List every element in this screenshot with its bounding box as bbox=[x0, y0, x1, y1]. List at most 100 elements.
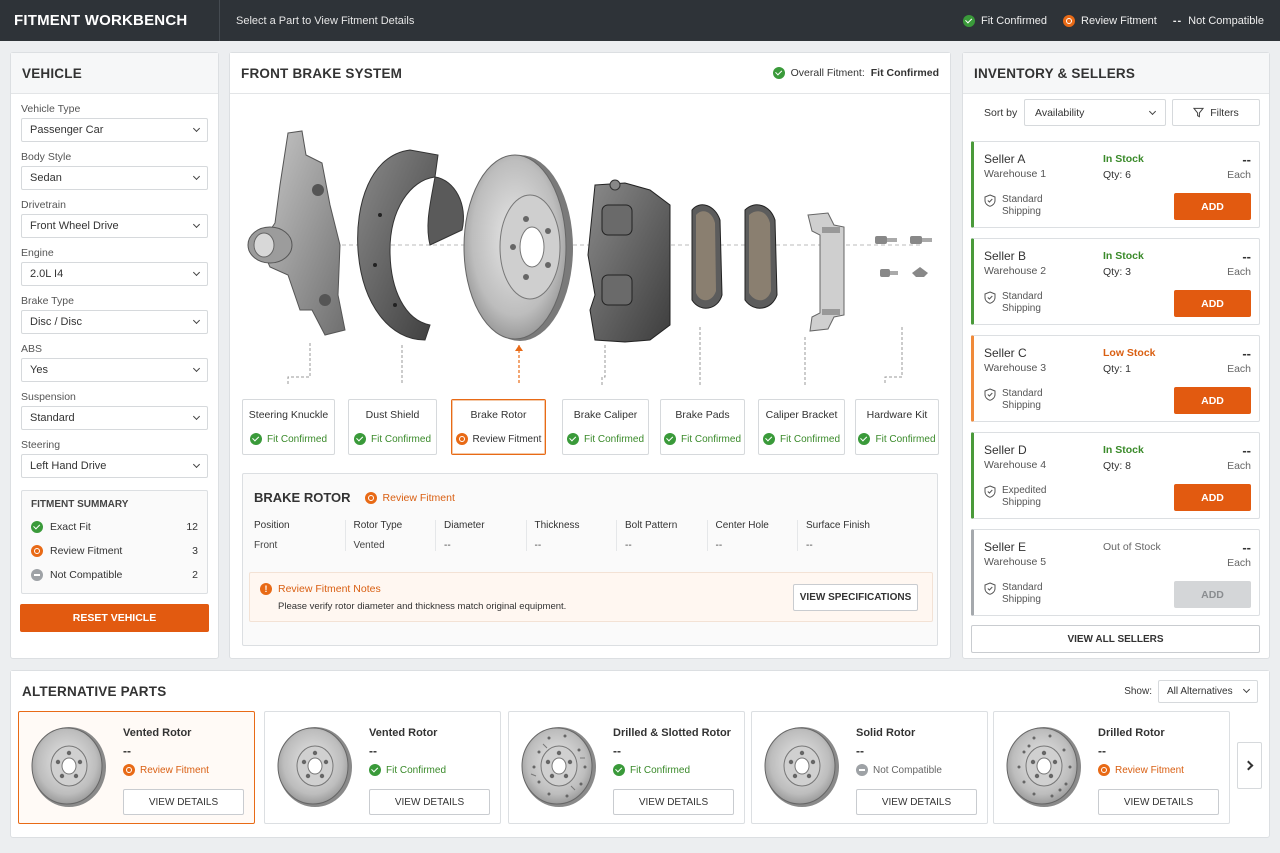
overall-fitment-value: Fit Confirmed bbox=[870, 67, 939, 79]
chevron-down-icon bbox=[192, 268, 201, 277]
brake-pads-illustration[interactable] bbox=[691, 204, 778, 309]
spec-label: Rotor Type bbox=[353, 520, 403, 531]
fitment-summary: FITMENT SUMMARY Exact Fit 12 Review Fitm… bbox=[21, 490, 208, 594]
spec-value: -- bbox=[444, 540, 451, 551]
add-to-cart-button[interactable]: ADD bbox=[1174, 484, 1251, 511]
summary-label: Exact Fit bbox=[50, 521, 91, 533]
add-to-cart-button[interactable]: ADD bbox=[1174, 290, 1251, 317]
add-to-cart-button[interactable]: ADD bbox=[1174, 193, 1251, 220]
part-card-caliper-bracket[interactable]: Caliper Bracket Fit Confirmed bbox=[758, 399, 845, 455]
view-details-button[interactable]: VIEW DETAILS bbox=[613, 789, 734, 815]
alternative-parts-header: ALTERNATIVE PARTS Show: All Alternatives bbox=[11, 671, 1269, 711]
steering-select[interactable]: Left Hand Drive bbox=[21, 454, 208, 478]
part-card-hardware-kit[interactable]: Hardware Kit Fit Confirmed bbox=[855, 399, 939, 455]
sort-select[interactable]: Availability bbox=[1024, 99, 1166, 126]
shipping-label: Shipping bbox=[1002, 206, 1041, 217]
next-alternatives-button[interactable] bbox=[1237, 742, 1262, 789]
caliper-bracket-illustration[interactable] bbox=[807, 212, 845, 332]
seller-name[interactable]: Seller B bbox=[984, 249, 1026, 263]
reset-vehicle-button[interactable]: RESET VEHICLE bbox=[20, 604, 209, 632]
part-detail-status-label: Review Fitment bbox=[382, 491, 455, 504]
selection-prompt: Select a Part to View Fitment Details bbox=[236, 14, 415, 27]
stock-status: In Stock bbox=[1103, 250, 1144, 262]
spec-value: -- bbox=[534, 540, 542, 551]
status-legend: Fit Confirmed Review Fitment -- Not Comp… bbox=[963, 14, 1280, 27]
alternative-card[interactable]: Drilled & Slotted Rotor -- Fit Confirmed… bbox=[508, 711, 745, 824]
legend-not-compatible: -- Not Compatible bbox=[1173, 15, 1264, 27]
part-status-label: Fit Confirmed bbox=[370, 433, 431, 445]
shield-check-icon bbox=[984, 388, 996, 401]
fitment-notes-title: ! Review Fitment Notes bbox=[260, 583, 381, 595]
body-style-select[interactable]: Sedan bbox=[21, 166, 208, 190]
engine-select[interactable]: 2.0L I4 bbox=[21, 262, 208, 286]
shield-check-icon bbox=[984, 291, 996, 304]
brake-caliper-illustration[interactable] bbox=[587, 179, 671, 343]
stock-qty: Qty: 6 bbox=[1103, 169, 1132, 181]
alternative-card[interactable]: Drilled Rotor -- Review Fitment VIEW DET… bbox=[993, 711, 1230, 824]
chevron-down-icon bbox=[192, 316, 201, 325]
hardware-kit-illustration[interactable] bbox=[875, 236, 932, 277]
steering-knuckle-illustration[interactable] bbox=[247, 130, 346, 336]
part-card-steering-knuckle[interactable]: Steering Knuckle Fit Confirmed bbox=[242, 399, 335, 455]
sort-label: Sort by bbox=[984, 107, 1018, 119]
chevron-down-icon bbox=[192, 460, 201, 469]
part-card-dust-shield[interactable]: Dust Shield Fit Confirmed bbox=[348, 399, 437, 455]
alternative-status: Fit Confirmed bbox=[613, 764, 690, 776]
engine-value: 2.0L I4 bbox=[30, 268, 64, 280]
part-card-brake-pads[interactable]: Brake Pads Fit Confirmed bbox=[660, 399, 745, 455]
alternative-card[interactable]: Vented Rotor -- Fit Confirmed VIEW DETAI… bbox=[264, 711, 501, 824]
add-to-cart-button[interactable]: ADD bbox=[1174, 387, 1251, 414]
check-circle-icon bbox=[566, 433, 579, 445]
brake-rotor-illustration[interactable] bbox=[463, 154, 573, 341]
seller-name[interactable]: Seller C bbox=[984, 346, 1027, 360]
spec-bolt-pattern: Bolt Pattern -- bbox=[616, 520, 707, 551]
alternative-status-label: Fit Confirmed bbox=[630, 764, 691, 776]
fitment-summary-title: FITMENT SUMMARY bbox=[31, 499, 129, 510]
seller-warehouse: Warehouse 3 bbox=[984, 362, 1047, 374]
seller-name[interactable]: Seller E bbox=[984, 540, 1026, 554]
alternative-status-label: Review Fitment bbox=[140, 764, 209, 776]
drilled-rotor-image bbox=[1006, 727, 1081, 807]
seller-name[interactable]: Seller A bbox=[984, 152, 1025, 166]
alternative-name: Drilled & Slotted Rotor bbox=[613, 727, 731, 739]
vehicle-panel-title: VEHICLE bbox=[11, 53, 218, 94]
suspension-field: Suspension Standard bbox=[21, 391, 208, 430]
shipping-info: Standard Shipping bbox=[984, 194, 1043, 218]
vehicle-type-select[interactable]: Passenger Car bbox=[21, 118, 208, 142]
drivetrain-select[interactable]: Front Wheel Drive bbox=[21, 214, 208, 238]
view-all-sellers-button[interactable]: VIEW ALL SELLERS bbox=[971, 625, 1260, 653]
shipping-info: Standard Shipping bbox=[984, 582, 1043, 606]
view-details-button[interactable]: VIEW DETAILS bbox=[856, 789, 977, 815]
abs-label: ABS bbox=[21, 343, 43, 355]
seller-price: -- bbox=[1242, 540, 1251, 555]
stock-status: In Stock bbox=[1103, 153, 1144, 165]
vented-rotor-image bbox=[31, 727, 106, 807]
abs-field: ABS Yes bbox=[21, 343, 208, 382]
seller-warehouse: Warehouse 5 bbox=[984, 556, 1047, 568]
suspension-select[interactable]: Standard bbox=[21, 406, 208, 430]
part-card-brake-rotor[interactable]: Brake Rotor Review Fitment bbox=[451, 399, 546, 455]
view-details-button[interactable]: VIEW DETAILS bbox=[123, 789, 244, 815]
spec-surface-finish: Surface Finish -- bbox=[797, 520, 888, 551]
part-status: Fit Confirmed bbox=[858, 433, 936, 445]
price-unit: Each bbox=[1227, 363, 1251, 375]
brake-type-select[interactable]: Disc / Disc bbox=[21, 310, 208, 334]
show-select[interactable]: All Alternatives bbox=[1158, 679, 1258, 703]
filters-button[interactable]: Filters bbox=[1172, 99, 1260, 126]
legend-review-label: Review Fitment bbox=[1081, 14, 1157, 27]
view-details-button[interactable]: VIEW DETAILS bbox=[369, 789, 490, 815]
shipping-type: Standard bbox=[1002, 388, 1043, 399]
abs-select[interactable]: Yes bbox=[21, 358, 208, 382]
brake-system-title: FRONT BRAKE SYSTEM bbox=[241, 65, 403, 81]
shipping-label: Shipping bbox=[1002, 303, 1041, 314]
part-card-brake-caliper[interactable]: Brake Caliper Fit Confirmed bbox=[562, 399, 649, 455]
legend-confirmed: Fit Confirmed bbox=[963, 14, 1047, 27]
seller-name[interactable]: Seller D bbox=[984, 443, 1027, 457]
drilled-slotted-rotor-image bbox=[521, 727, 596, 807]
alternative-card[interactable]: Solid Rotor -- Not Compatible VIEW DETAI… bbox=[751, 711, 988, 824]
part-name: Dust Shield bbox=[365, 409, 420, 421]
alternative-card[interactable]: Vented Rotor -- Review Fitment VIEW DETA… bbox=[18, 711, 255, 824]
spec-center-hole: Center Hole -- bbox=[706, 520, 798, 551]
view-details-button[interactable]: VIEW DETAILS bbox=[1098, 789, 1219, 815]
view-specifications-button[interactable]: VIEW SPECIFICATIONS bbox=[793, 584, 918, 611]
